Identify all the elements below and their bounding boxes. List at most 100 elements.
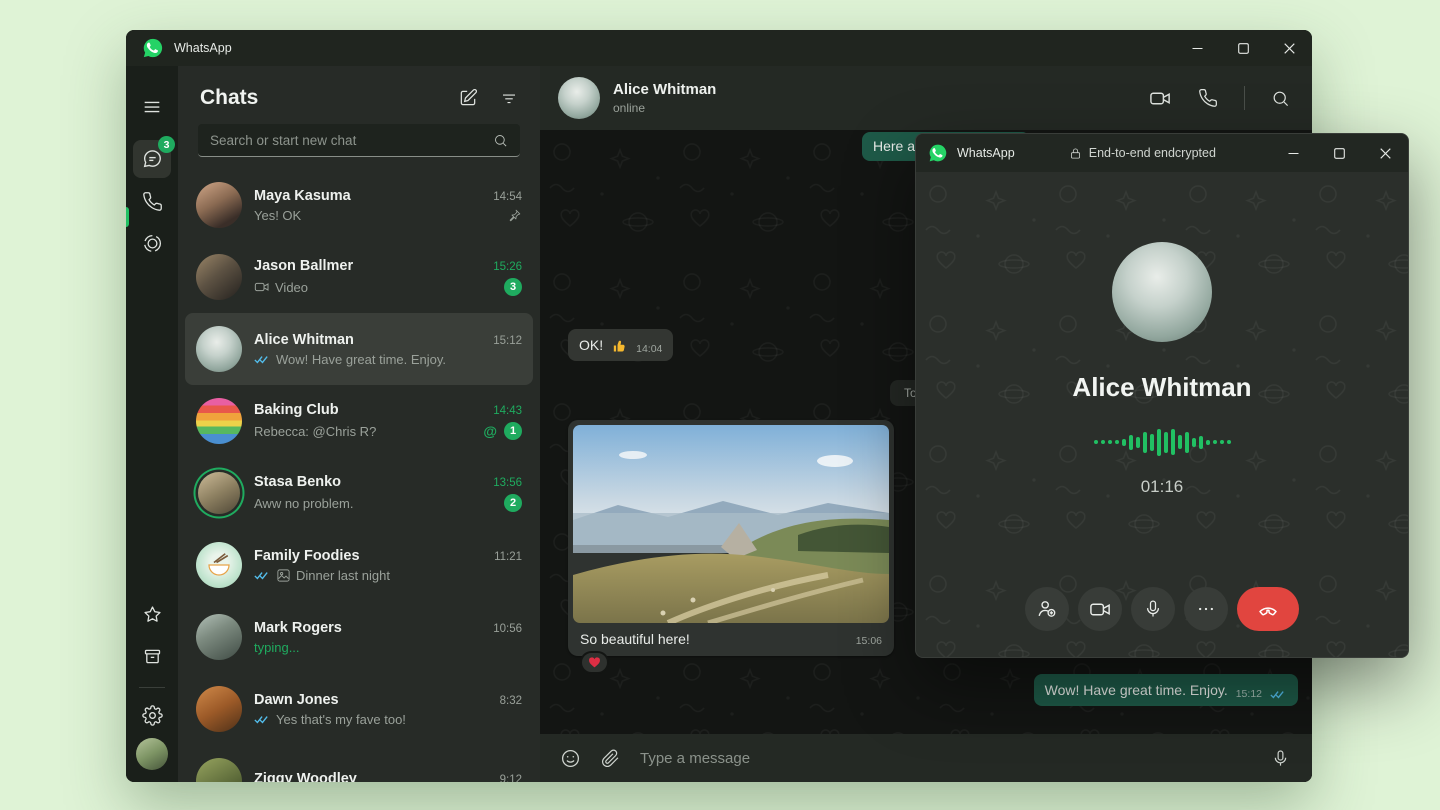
filter-chats-button[interactable] xyxy=(500,88,518,108)
avatar xyxy=(196,542,242,588)
chat-list-item-baking-club[interactable]: Baking Club14:43 Rebecca: @Chris R? @1 xyxy=(185,385,533,457)
callee-avatar xyxy=(1112,242,1212,342)
avatar xyxy=(196,686,242,732)
video-camera-icon xyxy=(1149,87,1172,110)
maximize-button[interactable] xyxy=(1316,134,1362,172)
add-participant-button[interactable] xyxy=(1025,587,1069,631)
chat-preview: Wow! Have great time. Enjoy. xyxy=(276,352,446,367)
pinned-icon xyxy=(507,208,522,223)
photo-thumbnail[interactable] xyxy=(573,425,889,623)
chat-name: Mark Rogers xyxy=(254,620,342,636)
read-ticks-icon xyxy=(254,570,271,581)
chat-name: Ziggy Woodley xyxy=(254,771,357,782)
rail-divider xyxy=(139,687,165,688)
end-call-button[interactable] xyxy=(1237,587,1299,631)
microphone-icon xyxy=(1143,599,1163,619)
app-title: WhatsApp xyxy=(174,41,232,55)
message-time: 15:06 xyxy=(856,635,882,647)
voice-message-button[interactable] xyxy=(1271,749,1290,768)
chat-time: 10:56 xyxy=(493,623,522,635)
read-ticks-icon xyxy=(1270,689,1287,700)
new-chat-button[interactable] xyxy=(458,88,478,108)
search-in-chat-button[interactable] xyxy=(1271,89,1290,108)
avatar-with-status-ring xyxy=(198,472,240,514)
ellipsis-icon xyxy=(1196,599,1216,619)
read-ticks-icon xyxy=(254,354,271,365)
callee-name: Alice Whitman xyxy=(1072,372,1251,403)
starred-messages-button[interactable] xyxy=(133,595,171,633)
chat-list-item-alice[interactable]: Alice Whitman15:12 Wow! Have great time.… xyxy=(185,313,533,385)
chat-list-item-dawn[interactable]: Dawn Jones8:32 Yes that's my fave too! xyxy=(185,673,533,745)
emoji-button[interactable] xyxy=(560,748,581,769)
chat-time: 14:54 xyxy=(493,191,522,203)
phone-icon xyxy=(142,191,163,212)
attach-button[interactable] xyxy=(601,749,620,768)
lock-icon xyxy=(1069,147,1082,160)
chat-preview: Yes! OK xyxy=(254,208,501,223)
chat-time: 14:43 xyxy=(493,405,522,417)
video-call-button[interactable] xyxy=(1149,87,1172,110)
status-icon xyxy=(142,233,163,254)
chat-preview: Video xyxy=(275,280,308,295)
close-button[interactable] xyxy=(1266,30,1312,66)
encryption-text: End-to-end endcrypted xyxy=(1089,146,1216,160)
video-camera-icon xyxy=(1089,598,1112,621)
chat-preview: Yes that's my fave too! xyxy=(276,712,406,727)
menu-button[interactable] xyxy=(133,88,171,126)
more-options-button[interactable] xyxy=(1184,587,1228,631)
filter-icon xyxy=(500,89,518,107)
maximize-button[interactable] xyxy=(1220,30,1266,66)
call-titlebar: WhatsApp End-to-end endcrypted xyxy=(916,134,1408,172)
chat-time: 9:12 xyxy=(500,774,522,782)
app-title: WhatsApp xyxy=(957,146,1015,160)
call-duration: 01:16 xyxy=(1141,477,1184,497)
contact-avatar[interactable] xyxy=(558,77,600,119)
chat-bubble-icon xyxy=(141,148,163,170)
search-input[interactable] xyxy=(210,133,493,148)
outgoing-message-wow[interactable]: Wow! Have great time. Enjoy. 15:12 xyxy=(1034,674,1298,706)
close-button[interactable] xyxy=(1362,134,1408,172)
unread-badge: 1 xyxy=(504,422,522,440)
thumbs-up-emoji xyxy=(611,338,628,355)
message-composer xyxy=(540,734,1312,782)
settings-button[interactable] xyxy=(133,696,171,734)
call-body: Alice Whitman 01:16 xyxy=(916,172,1408,657)
chat-list-item-maya[interactable]: Maya Kasuma 14:54 Yes! OK xyxy=(185,169,533,241)
avatar xyxy=(196,254,242,300)
avatar xyxy=(196,758,242,782)
heart-reaction[interactable] xyxy=(580,651,609,674)
conversation-header[interactable]: Alice Whitman online xyxy=(540,66,1312,130)
avatar xyxy=(196,326,242,372)
minimize-button[interactable] xyxy=(1174,30,1220,66)
incoming-photo-message[interactable]: So beautiful here! 15:06 xyxy=(568,420,894,656)
voice-call-button[interactable] xyxy=(1198,88,1218,108)
toggle-mute-button[interactable] xyxy=(1131,587,1175,631)
chat-name: Alice Whitman xyxy=(254,332,354,348)
nav-calls-button[interactable] xyxy=(133,182,171,220)
chat-name: Family Foodies xyxy=(254,548,360,564)
my-profile-avatar[interactable] xyxy=(136,738,168,770)
message-text: Wow! Have great time. Enjoy. xyxy=(1045,681,1228,699)
chat-time: 15:26 xyxy=(493,261,522,273)
chat-list-item-stasa[interactable]: Stasa Benko13:56 Aww no problem. 2 xyxy=(185,457,533,529)
archived-chats-button[interactable] xyxy=(133,637,171,675)
nav-status-button[interactable] xyxy=(133,224,171,262)
chat-time: 11:21 xyxy=(494,551,522,563)
minimize-button[interactable] xyxy=(1270,134,1316,172)
chat-list-item-family-foodies[interactable]: Family Foodies11:21 Dinner last night xyxy=(185,529,533,601)
chat-name: Maya Kasuma xyxy=(254,188,351,204)
incoming-message-ok[interactable]: OK! 14:04 xyxy=(568,329,673,361)
chat-name: Jason Ballmer xyxy=(254,258,353,274)
chat-list-item-mark[interactable]: Mark Rogers10:56 typing... xyxy=(185,601,533,673)
toggle-video-button[interactable] xyxy=(1078,587,1122,631)
chat-list-item-ziggy[interactable]: Ziggy Woodley 9:12 xyxy=(185,745,533,782)
message-input[interactable] xyxy=(640,750,1251,767)
emoji-icon xyxy=(560,748,581,769)
chat-preview: Rebecca: @Chris R? xyxy=(254,424,477,439)
nav-chats-button[interactable]: 3 xyxy=(133,140,171,178)
hamburger-icon xyxy=(141,96,163,118)
chat-time: 13:56 xyxy=(493,477,522,489)
phone-icon xyxy=(1198,88,1218,108)
chat-list-item-jason[interactable]: Jason Ballmer15:26 Video 3 xyxy=(185,241,533,313)
gear-icon xyxy=(142,705,163,726)
